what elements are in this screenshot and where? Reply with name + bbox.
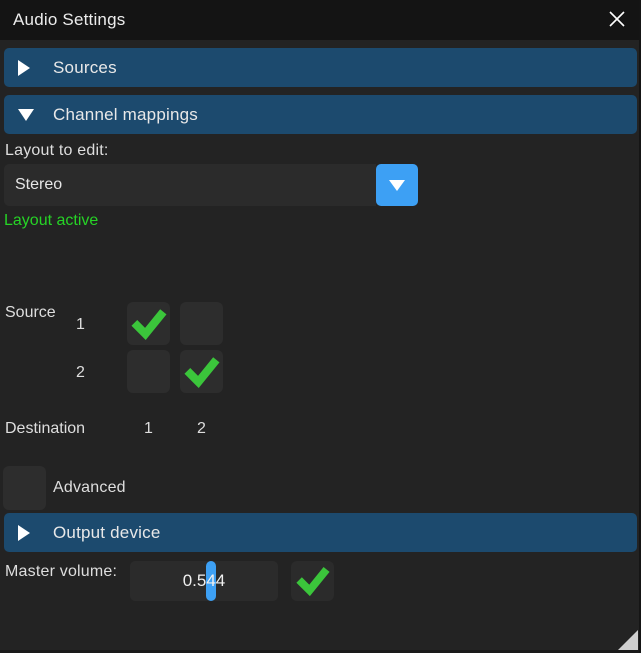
advanced-checkbox[interactable]	[3, 466, 46, 510]
section-header-channel-mappings[interactable]: Channel mappings	[4, 95, 637, 134]
matrix-source-label: Source	[5, 304, 56, 322]
expanded-arrow-icon	[18, 109, 32, 121]
section-label-channel-mappings: Channel mappings	[53, 105, 198, 125]
check-icon	[295, 563, 331, 599]
collapsed-arrow-icon	[18, 60, 32, 76]
master-volume-slider[interactable]: 0.544	[130, 561, 278, 601]
matrix-col-label-1: 1	[138, 420, 159, 438]
check-icon	[183, 353, 221, 391]
section-header-sources[interactable]: Sources	[4, 48, 637, 87]
collapsed-arrow-icon	[18, 525, 32, 541]
matrix-cell-1-2[interactable]	[180, 302, 223, 345]
layout-to-edit-label: Layout to edit:	[5, 142, 109, 160]
chevron-down-icon	[389, 180, 405, 191]
master-volume-label: Master volume:	[5, 563, 117, 581]
advanced-label: Advanced	[53, 479, 126, 497]
close-button[interactable]	[601, 4, 633, 36]
section-header-output-device[interactable]: Output device	[4, 513, 637, 552]
matrix-row-label-2: 2	[76, 364, 85, 382]
section-label-output-device: Output device	[53, 523, 161, 543]
matrix-cell-2-1[interactable]	[127, 350, 170, 393]
matrix-col-label-2: 2	[191, 420, 212, 438]
layout-dropdown-value[interactable]: Stereo	[4, 164, 376, 206]
master-volume-apply-button[interactable]	[291, 561, 334, 601]
section-label-sources: Sources	[53, 58, 117, 78]
layout-dropdown[interactable]: Stereo	[4, 164, 418, 206]
layout-dropdown-button[interactable]	[376, 164, 418, 206]
resize-grip[interactable]	[618, 630, 638, 650]
matrix-cell-1-1[interactable]	[127, 302, 170, 345]
layout-active-status: Layout active	[4, 212, 98, 230]
titlebar: Audio Settings	[0, 0, 641, 40]
matrix-cell-2-2[interactable]	[180, 350, 223, 393]
check-icon	[130, 305, 168, 343]
window-title: Audio Settings	[13, 10, 125, 30]
audio-settings-dialog: Audio Settings Sources Channel mappings …	[0, 0, 641, 653]
master-volume-value: 0.544	[130, 561, 278, 601]
matrix-row-label-1: 1	[76, 316, 85, 334]
close-icon	[608, 10, 626, 31]
matrix-destination-label: Destination	[5, 420, 85, 438]
